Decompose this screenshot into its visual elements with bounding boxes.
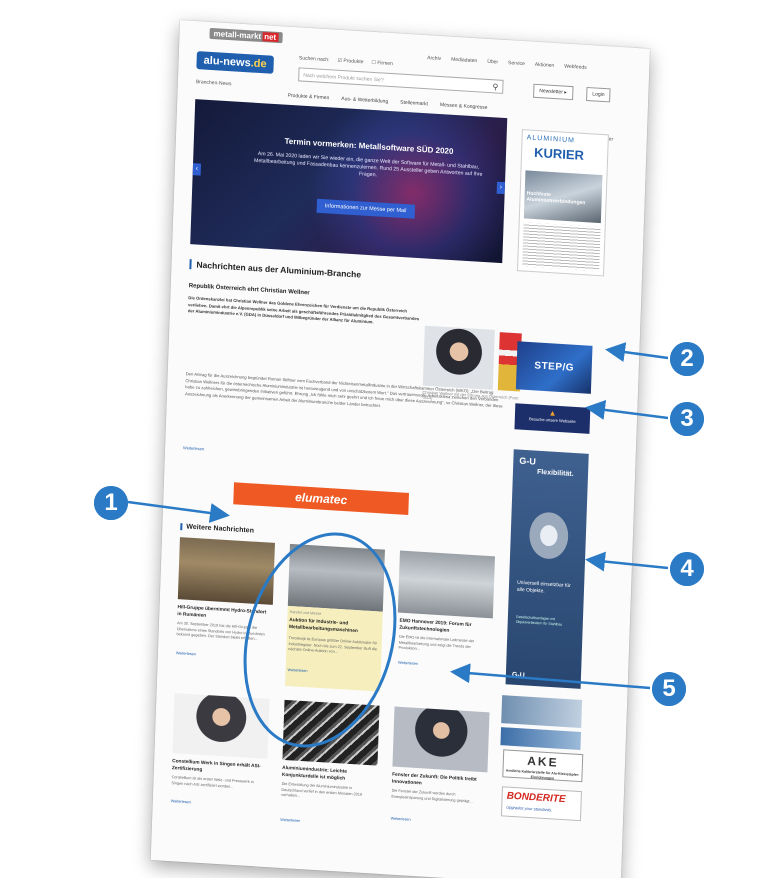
elumatec-ad[interactable]: elumatec <box>233 482 410 515</box>
bonderite-logo: BONDERITE <box>506 790 566 806</box>
search-option-produkte[interactable]: ☑ Produkte <box>337 58 363 66</box>
ake-ad[interactable]: AKE Amtliche Kalibrierstelle für Alu-Klei… <box>502 749 584 783</box>
news-card-image[interactable] <box>287 543 385 612</box>
bonderite-ad[interactable]: BONDERITE Upgrades your standards. <box>500 786 582 822</box>
screenshot-page: metall-markt net alu-news.de Branchen-New… <box>150 20 650 878</box>
more-news-heading: Weitere Nachrichten <box>180 523 255 535</box>
banner-prev-arrow-icon[interactable]: ‹ <box>192 163 202 176</box>
aluminium-kurier-ad[interactable]: ALUMINIUM KURIER Hochfeste Aluminiumverb… <box>516 129 609 277</box>
news-card-title[interactable]: Aluminiumindustrie: Leichte Konjunkturde… <box>282 766 374 785</box>
search-options: Suchen nach: ☑ Produkte ☐ Firmen <box>299 55 393 67</box>
annotation-3: 3 <box>670 402 704 436</box>
top-nav: Archiv Mediadaten Über Service Aktionen … <box>427 55 587 71</box>
news-card-more[interactable]: Weiterlesen <box>171 799 191 804</box>
nav-mediadaten[interactable]: Mediadaten <box>451 57 477 65</box>
search-caption: Suchen nach: <box>298 55 330 64</box>
gu-footer-logo: G-U <box>511 671 525 680</box>
news-card-more[interactable]: Weiterlesen <box>391 817 411 822</box>
news-card-title[interactable]: Hill-Gruppe übernimmt Hydro-Standort in … <box>177 605 269 624</box>
nav-service[interactable]: Service <box>508 60 525 67</box>
newsletter-button[interactable]: Newsletter ▸ <box>533 83 574 101</box>
bonderite-tagline: Upgrades your standards. <box>506 804 553 813</box>
news-card-text: Constellium ist als erster Walz- und Pre… <box>171 775 254 789</box>
news-card-text: Die Entwicklung der Aluminiumindustrie i… <box>281 781 363 798</box>
search-input[interactable]: Nach welchem Produkt suchen Sie? ⚲ <box>298 67 504 94</box>
search-option-firmen[interactable]: ☐ Firmen <box>371 60 393 67</box>
gu-tagline: Flexibilität. <box>536 468 574 478</box>
article-more-link[interactable]: Weiterlesen <box>183 445 204 451</box>
stepg-ad[interactable]: STEP/G <box>515 341 593 394</box>
news-card-title[interactable]: EMO Hannover 2019: Forum für Zukunftstec… <box>399 619 491 638</box>
subnav-produkte[interactable]: Produkte & Firmen <box>287 93 329 102</box>
news-card-more[interactable]: Weiterlesen <box>280 818 300 823</box>
gu-skyscraper-ad[interactable]: G-U Flexibilität. Universell einsetzbar … <box>505 449 589 689</box>
news-card-text: Die Fenster der Zukunft werden durch Ene… <box>391 788 473 804</box>
news-card-title[interactable]: Fenster der Zukunft: Die Politik treibt … <box>392 773 484 792</box>
small-ad[interactable]: ▲ Besuche unsere Webseite <box>514 403 591 434</box>
network-logo[interactable]: metall-markt net <box>209 27 283 44</box>
kurier-text-lines <box>522 222 601 272</box>
news-card-text: Die EMO ist die internationale Leitmesse… <box>398 634 475 651</box>
branchen-news-link[interactable]: Branchen-News <box>196 79 232 87</box>
news-card-more[interactable]: Weiterlesen <box>176 651 196 656</box>
nav-aktionen[interactable]: Aktionen <box>535 62 555 69</box>
banner-next-arrow-icon[interactable]: › <box>496 181 506 195</box>
search-placeholder: Nach welchem Produkt suchen Sie? <box>303 72 384 84</box>
annotation-4: 4 <box>670 552 704 586</box>
nav-webfeeds[interactable]: Webfeeds <box>564 64 587 71</box>
nav-ueber[interactable]: Über <box>487 59 498 66</box>
search-icon[interactable]: ⚲ <box>492 80 498 94</box>
nav-archiv[interactable]: Archiv <box>427 55 441 62</box>
subnav-weiterbildung[interactable]: Aus- & Weiterbildung <box>341 96 388 105</box>
login-button[interactable]: Login <box>586 86 611 103</box>
hero-banner[interactable]: Termin vormerken: Metallsoftware SÜD 202… <box>190 99 508 264</box>
news-card-image[interactable] <box>282 699 380 766</box>
news-card-image[interactable] <box>172 693 270 759</box>
article-title[interactable]: Republik Österreich ehrt Christian Welln… <box>189 283 310 296</box>
news-card-title[interactable]: Constellium Werk in Singen erhält ASI-Ze… <box>172 759 264 778</box>
section-heading: Nachrichten aus der Aluminium-Branche <box>189 259 362 280</box>
news-card-text: Am 30. September 2019 hat die Hill-Grupp… <box>176 621 265 642</box>
subnav-messen[interactable]: Messen & Kongresse <box>440 102 488 111</box>
news-card-more[interactable]: Weiterlesen <box>398 661 418 666</box>
news-card-image[interactable] <box>177 537 275 605</box>
side-thumb[interactable] <box>501 695 583 728</box>
article-photo <box>422 325 495 390</box>
news-card-image[interactable] <box>397 550 495 619</box>
side-thumb[interactable] <box>500 727 582 750</box>
subnav-stellenmarkt[interactable]: Stellenmarkt <box>400 100 428 108</box>
gu-small-text: Gesellschaftsanlagen mit Objektverbinder… <box>515 614 563 627</box>
kurier-name: KURIER <box>533 144 585 163</box>
kurier-top: ALUMINIUM <box>526 134 576 145</box>
news-card-image[interactable] <box>392 706 490 773</box>
annotation-2: 2 <box>670 342 704 376</box>
gu-hardware-image <box>517 509 580 574</box>
site-logo[interactable]: alu-news.de <box>196 51 274 74</box>
annotation-5: 5 <box>652 672 686 706</box>
annotation-1: 1 <box>94 486 128 520</box>
gu-text: Universell einsetzbar für alle Objekte. <box>516 579 571 595</box>
gu-logo: G-U <box>519 455 537 467</box>
article-lead: Die Ordenskanzlei hat Christian Wellner … <box>187 295 420 325</box>
